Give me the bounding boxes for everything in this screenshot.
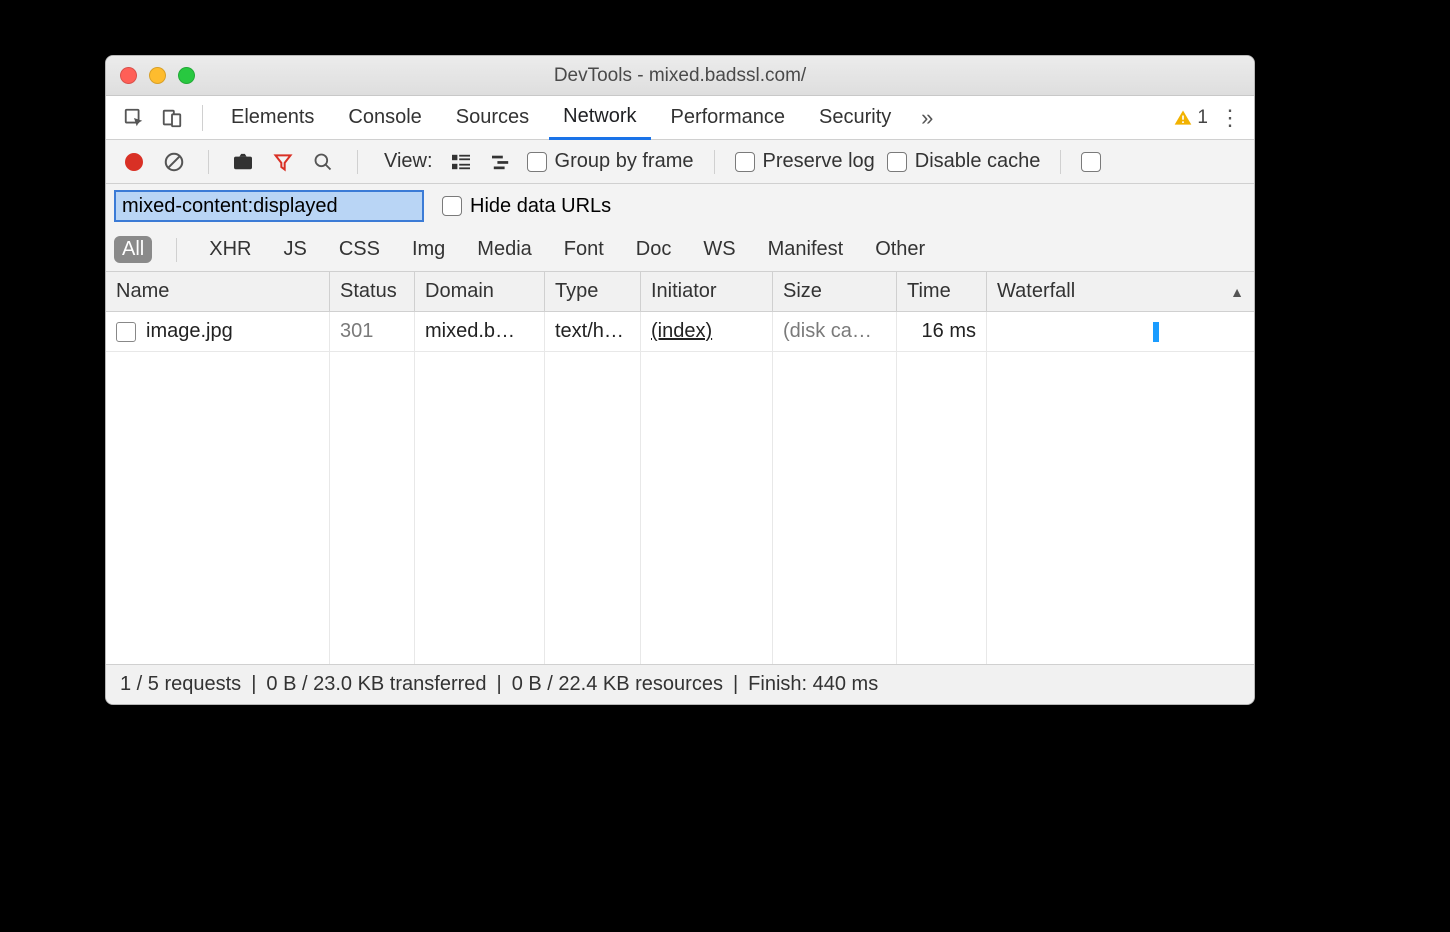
type-filter-doc[interactable]: Doc xyxy=(628,236,680,263)
hide-data-urls-label: Hide data URLs xyxy=(470,195,611,218)
col-type[interactable]: Type xyxy=(545,272,641,311)
col-waterfall[interactable]: Waterfall ▲ xyxy=(987,272,1254,311)
col-waterfall-label: Waterfall xyxy=(997,280,1075,303)
cell-time: 16 ms xyxy=(897,312,987,351)
type-filter-manifest[interactable]: Manifest xyxy=(760,236,852,263)
separator xyxy=(714,150,715,174)
type-filter-js[interactable]: JS xyxy=(275,236,314,263)
filter-icon[interactable] xyxy=(269,148,297,176)
separator xyxy=(202,105,203,131)
type-filter-img[interactable]: Img xyxy=(404,236,453,263)
cell-initiator: (index) xyxy=(641,312,773,351)
separator xyxy=(1060,150,1061,174)
filter-row: Hide data URLs xyxy=(106,184,1254,228)
warnings-badge[interactable]: 1 xyxy=(1173,107,1208,129)
panel-tabs: Elements Console Sources Network Perform… xyxy=(106,96,1254,140)
col-domain[interactable]: Domain xyxy=(415,272,545,311)
network-toolbar: View: Group by frame Preserve log Disabl… xyxy=(106,140,1254,184)
waterfall-bar xyxy=(1153,322,1160,342)
group-by-frame-checkbox[interactable]: Group by frame xyxy=(527,150,694,173)
type-filters: All XHR JS CSS Img Media Font Doc WS Man… xyxy=(106,228,1254,272)
table-row[interactable]: image.jpg 301 mixed.b… text/h… (index) (… xyxy=(106,312,1254,352)
separator xyxy=(357,150,358,174)
warning-count: 1 xyxy=(1197,107,1208,129)
preserve-log-checkbox[interactable]: Preserve log xyxy=(735,150,875,173)
status-transferred: 0 B / 23.0 KB transferred xyxy=(266,673,486,696)
tab-sources[interactable]: Sources xyxy=(442,96,543,140)
disable-cache-label: Disable cache xyxy=(915,150,1041,173)
type-filter-css[interactable]: CSS xyxy=(331,236,388,263)
tab-network[interactable]: Network xyxy=(549,96,650,140)
device-toolbar-icon[interactable] xyxy=(156,102,188,134)
large-rows-icon[interactable] xyxy=(447,148,475,176)
group-by-frame-label: Group by frame xyxy=(555,150,694,173)
sort-asc-icon: ▲ xyxy=(1230,284,1244,300)
cell-waterfall xyxy=(987,312,1254,351)
close-window-button[interactable] xyxy=(120,67,137,84)
cell-name: image.jpg xyxy=(106,312,330,351)
status-resources: 0 B / 22.4 KB resources xyxy=(512,673,723,696)
col-time[interactable]: Time xyxy=(897,272,987,311)
col-size[interactable]: Size xyxy=(773,272,897,311)
type-filter-other[interactable]: Other xyxy=(867,236,933,263)
tab-security[interactable]: Security xyxy=(805,96,905,140)
window-title: DevTools - mixed.badssl.com/ xyxy=(106,65,1254,87)
type-filter-xhr[interactable]: XHR xyxy=(201,236,259,263)
record-button[interactable] xyxy=(120,148,148,176)
checkbox-icon xyxy=(527,152,547,172)
search-icon[interactable] xyxy=(309,148,337,176)
table-header: Name Status Domain Type Initiator Size T… xyxy=(106,272,1254,312)
col-status[interactable]: Status xyxy=(330,272,415,311)
initiator-link[interactable]: (index) xyxy=(651,320,712,343)
col-initiator[interactable]: Initiator xyxy=(641,272,773,311)
request-name: image.jpg xyxy=(146,320,233,343)
type-filter-ws[interactable]: WS xyxy=(695,236,743,263)
status-finish: Finish: 440 ms xyxy=(748,673,878,696)
checkbox-icon xyxy=(735,152,755,172)
checkbox-icon xyxy=(1081,152,1101,172)
overview-icon[interactable] xyxy=(487,148,515,176)
checkbox-icon xyxy=(442,196,462,216)
cell-size: (disk ca… xyxy=(773,312,897,351)
cell-status: 301 xyxy=(330,312,415,351)
devtools-window: DevTools - mixed.badssl.com/ Elements Co… xyxy=(105,55,1255,705)
document-icon xyxy=(116,322,136,342)
col-name[interactable]: Name xyxy=(106,272,330,311)
status-bar: 1 / 5 requests | 0 B / 23.0 KB transferr… xyxy=(106,664,1254,704)
cell-type: text/h… xyxy=(545,312,641,351)
offline-checkbox[interactable] xyxy=(1081,152,1101,172)
status-requests: 1 / 5 requests xyxy=(120,673,241,696)
titlebar: DevTools - mixed.badssl.com/ xyxy=(106,56,1254,96)
filter-input[interactable] xyxy=(114,190,424,222)
tab-performance[interactable]: Performance xyxy=(657,96,800,140)
type-filter-media[interactable]: Media xyxy=(469,236,539,263)
traffic-lights xyxy=(120,67,195,84)
separator xyxy=(208,150,209,174)
inspect-element-icon[interactable] xyxy=(118,102,150,134)
warning-icon xyxy=(1173,108,1193,128)
table-empty-area xyxy=(106,352,1254,664)
zoom-window-button[interactable] xyxy=(178,67,195,84)
clear-button[interactable] xyxy=(160,148,188,176)
capture-screenshots-icon[interactable] xyxy=(229,148,257,176)
separator xyxy=(176,238,177,262)
checkbox-icon xyxy=(887,152,907,172)
tab-elements[interactable]: Elements xyxy=(217,96,328,140)
separator: | xyxy=(251,673,256,696)
cell-domain: mixed.b… xyxy=(415,312,545,351)
separator: | xyxy=(733,673,738,696)
table-body: image.jpg 301 mixed.b… text/h… (index) (… xyxy=(106,312,1254,664)
kebab-menu-icon[interactable]: ⋮ xyxy=(1214,102,1246,134)
preserve-log-label: Preserve log xyxy=(763,150,875,173)
type-filter-all[interactable]: All xyxy=(114,236,152,263)
tabs-overflow-icon[interactable]: » xyxy=(911,102,943,134)
tab-console[interactable]: Console xyxy=(334,96,435,140)
type-filter-font[interactable]: Font xyxy=(556,236,612,263)
separator: | xyxy=(497,673,502,696)
hide-data-urls-checkbox[interactable]: Hide data URLs xyxy=(442,195,611,218)
disable-cache-checkbox[interactable]: Disable cache xyxy=(887,150,1041,173)
minimize-window-button[interactable] xyxy=(149,67,166,84)
view-label: View: xyxy=(384,150,433,173)
